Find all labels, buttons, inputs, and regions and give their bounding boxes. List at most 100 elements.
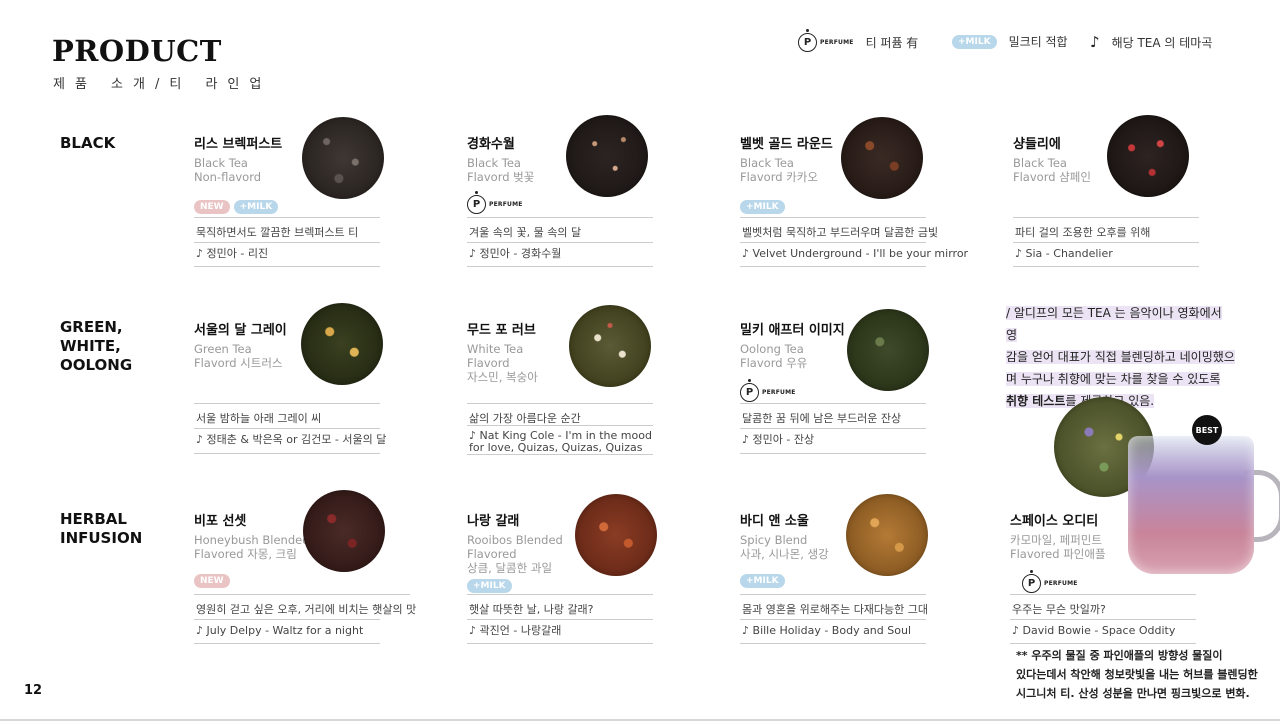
legend-milk-label: 밀크티 적합 xyxy=(1008,35,1068,49)
product-name: 경화수월 xyxy=(467,137,515,152)
product-tags: +MILK xyxy=(740,574,785,588)
product-name: 비포 선셋 xyxy=(194,514,247,529)
perfume-icon: P xyxy=(1022,570,1041,593)
legend-perfume: P PERFUME 티 퍼퓸 有 xyxy=(798,29,919,52)
product-card: 리스 브렉퍼스트 Black Tea Non-flavord NEW +MILK … xyxy=(194,117,424,303)
milk-badge: +MILK xyxy=(233,200,279,214)
product-card: 경화수월 Black Tea Flavord 벚꽃 P PERFUME 겨울 속의… xyxy=(467,115,697,303)
product-sub: Black Tea Non-flavord xyxy=(194,156,262,184)
perfume-icon: P xyxy=(798,29,817,52)
category-herbal-infusion: HERBAL INFUSION xyxy=(60,510,143,547)
milk-badge: +MILK xyxy=(952,34,997,49)
milk-badge: +MILK xyxy=(467,579,512,593)
product-description: 우주는 무슨 맛일까? xyxy=(1012,603,1106,616)
product-tags: +MILK xyxy=(467,579,512,593)
product-name: 스페이스 오디티 xyxy=(1010,514,1099,529)
product-sub: Black Tea Flavord 샴페인 xyxy=(1013,156,1091,184)
product-card: 샹들리에 Black Tea Flavord 샴페인 파티 걸의 조용한 오후를 … xyxy=(1013,115,1243,303)
product-tags: P PERFUME xyxy=(467,191,523,214)
new-badge: NEW xyxy=(194,574,230,588)
product-description: 벨벳처럼 묵직하고 부드러우며 달콤한 금빛 xyxy=(742,226,939,239)
tea-leaves-image xyxy=(303,490,385,572)
product-tags: P PERFUME xyxy=(740,379,796,402)
product-description: 파티 걸의 조용한 오후를 위해 xyxy=(1015,226,1151,239)
product-sub: White Tea Flavord 자스민, 복숭아 xyxy=(467,342,538,384)
tea-leaves-image xyxy=(841,117,923,199)
product-card: 바디 앤 소울 Spicy Blend 사과, 시나몬, 생강 +MILK 몸과 … xyxy=(740,494,970,680)
product-theme-song: ♪ David Bowie - Space Oddity xyxy=(1012,624,1176,637)
product-sub: Honeybush Blended Flavored 자몽, 크림 xyxy=(194,533,310,561)
tea-leaves-image xyxy=(846,494,928,576)
product-name: 리스 브렉퍼스트 xyxy=(194,137,283,152)
tea-leaves-image xyxy=(301,303,383,385)
product-theme-song: ♪ 정민아 - 리진 xyxy=(196,247,269,260)
product-description: 겨울 속의 꽃, 물 속의 달 xyxy=(469,226,582,239)
product-card: 나랑 갈래 Rooibos Blended Flavored 상큼, 달콤한 과일 … xyxy=(467,494,697,680)
legend-note: ♪ 해당 TEA 의 테마곡 xyxy=(1090,33,1212,51)
perfume-icon: P xyxy=(467,191,486,214)
product-sub: Oolong Tea Flavord 우유 xyxy=(740,342,808,370)
product-theme-song: ♪ July Delpy - Waltz for a night xyxy=(196,624,364,637)
product-tags: NEW xyxy=(194,574,230,588)
product-name: 샹들리에 xyxy=(1013,137,1061,152)
product-theme-song: ♪ 정태춘 & 박은옥 or 김건모 - 서울의 달 xyxy=(196,433,387,446)
product-theme-song: ♪ 정민아 - 경화수월 xyxy=(469,247,562,260)
legend-note-label: 해당 TEA 의 테마곡 xyxy=(1111,35,1213,50)
category-black: BLACK xyxy=(60,134,116,152)
perfume-badge-text: PERFUME xyxy=(820,39,854,46)
milk-badge: +MILK xyxy=(740,574,785,588)
tea-leaves-image xyxy=(566,115,648,197)
milk-badge: +MILK xyxy=(740,200,785,214)
intro-text: / 알디프의 모든 TEA 는 음악이나 영화에서 영 감을 얻어 대표가 직접… xyxy=(1006,306,1235,408)
new-badge: NEW xyxy=(194,200,230,214)
product-description: 햇살 따뜻한 날, 나랑 갈래? xyxy=(469,603,594,616)
product-card: 벨벳 골드 라운드 Black Tea Flavord 카카오 +MILK 벨벳처… xyxy=(740,117,970,303)
product-theme-song: ♪ Nat King Cole - I'm in the mood for lo… xyxy=(469,429,652,454)
perfume-icon: P xyxy=(740,379,759,402)
best-badge: BEST xyxy=(1192,415,1222,445)
product-theme-song: ♪ 정민아 - 잔상 xyxy=(742,433,815,446)
page-number: 12 xyxy=(24,683,43,698)
product-card: 밀키 애프터 이미지 Oolong Tea Flavord 우유 P PERFUM… xyxy=(740,309,970,489)
page-subtitle: 제품 소개/티 라인업 xyxy=(53,77,272,92)
tea-leaves-image xyxy=(575,494,657,576)
product-name: 무드 포 러브 xyxy=(467,323,536,338)
legend-milk: +MILK 밀크티 적합 xyxy=(952,33,1068,50)
perfume-badge: P PERFUME xyxy=(740,379,796,402)
product-theme-song: ♪ Sia - Chandelier xyxy=(1015,247,1113,260)
product-card: 무드 포 러브 White Tea Flavord 자스민, 복숭아 삶의 가장 아… xyxy=(467,305,697,489)
product-description: 몸과 영혼을 위로해주는 다재다능한 그대 xyxy=(742,603,929,616)
tea-leaves-image xyxy=(302,117,384,199)
category-green-white-oolong: GREEN, WHITE, OOLONG xyxy=(60,318,133,374)
footnote: ** 우주의 물질 중 파인애플의 방향성 물질이 있다는데서 착안해 청보랏빛… xyxy=(1016,649,1258,700)
product-description: 달콤한 꿈 뒤에 남은 부드러운 잔상 xyxy=(742,412,902,425)
product-sub: Spicy Blend 사과, 시나몬, 생강 xyxy=(740,533,829,561)
perfume-badge: P PERFUME xyxy=(798,29,854,52)
product-card: 서울의 달 그레이 Green Tea Flavord 시트러스 서울 밤하늘 아… xyxy=(194,303,424,489)
product-sub: 카모마일, 페퍼민트 Flavored 파인애플 xyxy=(1010,533,1106,561)
page-title: PRODUCT xyxy=(52,34,222,68)
product-description: 영원히 걷고 싶은 오후, 거리에 비치는 햇살의 맛 xyxy=(196,603,417,616)
product-name: 바디 앤 소울 xyxy=(740,514,809,529)
product-sub: Green Tea Flavord 시트러스 xyxy=(194,342,283,370)
product-description: 서울 밤하늘 아래 그레이 씨 xyxy=(196,412,322,425)
product-description: 묵직하면서도 깔끔한 브렉퍼스트 티 xyxy=(196,226,359,239)
tea-leaves-image xyxy=(847,309,929,391)
product-name: 벨벳 골드 라운드 xyxy=(740,137,833,152)
product-tags: +MILK xyxy=(740,200,785,214)
product-sub: Black Tea Flavord 카카오 xyxy=(740,156,818,184)
perfume-badge: P PERFUME xyxy=(1022,570,1078,593)
product-sub: Black Tea Flavord 벚꽃 xyxy=(467,156,535,184)
product-theme-song: ♪ 곽진언 - 나랑갈래 xyxy=(469,624,562,637)
product-name: 나랑 갈래 xyxy=(467,514,520,529)
product-sub: Rooibos Blended Flavored 상큼, 달콤한 과일 xyxy=(467,533,563,575)
tea-leaves-image xyxy=(569,305,651,387)
legend-perfume-label: 티 퍼퓸 有 xyxy=(865,36,919,50)
product-description: 삶의 가장 아름다운 순간 xyxy=(469,412,581,425)
music-note-icon: ♪ xyxy=(1090,33,1100,51)
product-tags: P PERFUME xyxy=(1022,570,1078,593)
product-card: 비포 선셋 Honeybush Blended Flavored 자몽, 크림 N… xyxy=(194,490,424,680)
product-name: 서울의 달 그레이 xyxy=(194,323,287,338)
product-name: 밀키 애프터 이미지 xyxy=(740,323,845,338)
perfume-badge: P PERFUME xyxy=(467,191,523,214)
